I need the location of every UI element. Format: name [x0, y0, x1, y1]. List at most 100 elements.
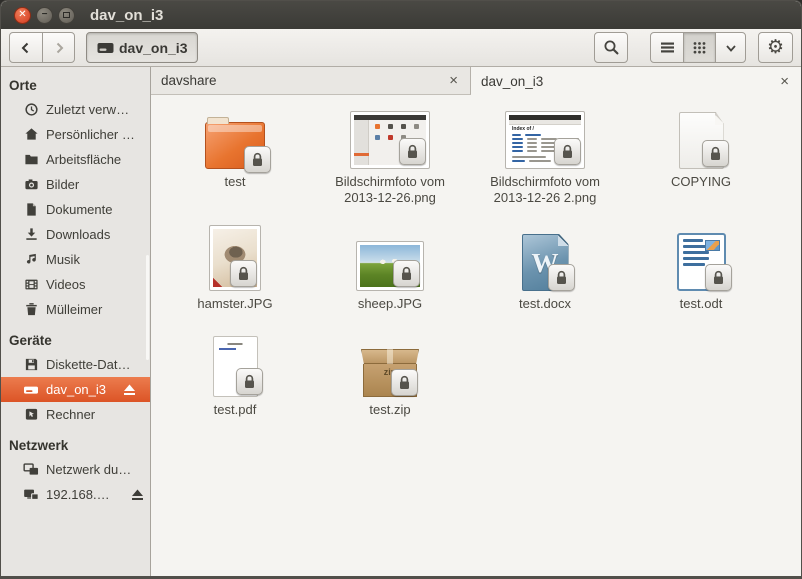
sidebar-item-dokumente[interactable]: Dokumente: [1, 197, 150, 222]
sidebar-item-musik[interactable]: Musik: [1, 247, 150, 272]
sidebar-item-videos[interactable]: Videos: [1, 272, 150, 297]
file-test-odt[interactable]: test.odt: [626, 223, 776, 312]
list-view-icon: [660, 41, 675, 54]
tab-dav-on-i3[interactable]: dav_on_i3 ×: [471, 67, 801, 95]
path-bar-location-button[interactable]: dav_on_i3: [86, 32, 198, 63]
maximize-icon: [63, 12, 70, 18]
sidebar-item-label: dav_on_i3: [46, 382, 106, 397]
sidebar-item-arbeitsflaeche[interactable]: Arbeitsfläche: [1, 147, 150, 172]
search-button[interactable]: [594, 32, 628, 63]
grid-view-button[interactable]: [683, 32, 716, 63]
minimize-window-button[interactable]: −: [36, 7, 53, 24]
computer-icon: [23, 407, 39, 423]
photo-thumbnail: [209, 225, 261, 291]
view-options-dropdown-button[interactable]: [715, 32, 746, 63]
file-name: hamster.JPG: [197, 296, 272, 312]
sidebar-item-diskette[interactable]: Diskette-Dat…: [1, 352, 150, 377]
home-icon: [23, 127, 39, 143]
film-icon: [23, 277, 39, 293]
tab-close-icon[interactable]: ×: [778, 73, 791, 90]
forward-icon: [51, 40, 67, 56]
sidebar-item-label: Bilder: [46, 177, 79, 192]
file-name: COPYING: [671, 174, 731, 190]
file-grid[interactable]: test: [151, 95, 801, 576]
file-copying[interactable]: COPYING: [626, 105, 776, 190]
file-name: test.odt: [680, 296, 723, 312]
sidebar-item-192-168[interactable]: 192.168.…: [1, 482, 150, 507]
file-name: Bildschirmfoto vom 2013-12-26.png: [329, 174, 451, 206]
file-manager-window: ✕ − dav_on_i3 dav_on_i3: [0, 0, 802, 579]
places-sidebar: Orte Zuletzt verw… Persönlicher … Arbeit…: [1, 67, 151, 576]
file-sheep-jpg[interactable]: sheep.JPG: [315, 223, 465, 312]
sidebar-scrollbar[interactable]: [146, 255, 149, 360]
sidebar-item-label: 192.168.…: [46, 487, 110, 502]
file-bildschirmfoto-2[interactable]: Index of / Bildschi: [470, 105, 620, 206]
file-name: test.docx: [519, 296, 571, 312]
eject-button[interactable]: [131, 489, 144, 501]
sidebar-item-muelleimer[interactable]: Mülleimer: [1, 297, 150, 322]
file-test-docx[interactable]: W test.docx: [470, 223, 620, 312]
back-button[interactable]: [9, 32, 43, 63]
lock-emblem-icon: [236, 368, 263, 395]
sidebar-item-zuletzt-verwendet[interactable]: Zuletzt verw…: [1, 97, 150, 122]
sidebar-item-label: Diskette-Dat…: [46, 357, 131, 372]
file-name: Bildschirmfoto vom 2013-12-26 2.png: [484, 174, 606, 206]
sidebar-item-rechner[interactable]: Rechner: [1, 402, 150, 427]
eject-button[interactable]: [123, 384, 136, 396]
file-test-pdf[interactable]: test.pdf: [160, 335, 310, 418]
file-test-folder[interactable]: test: [160, 105, 310, 190]
sidebar-item-bilder[interactable]: Bilder: [1, 172, 150, 197]
floppy-icon: [23, 357, 39, 373]
menu-button[interactable]: ⚙: [758, 32, 793, 63]
title-bar[interactable]: ✕ − dav_on_i3: [1, 1, 801, 29]
lock-emblem-icon: [548, 264, 575, 291]
forward-button[interactable]: [42, 32, 75, 63]
file-hamster-jpg[interactable]: hamster.JPG: [160, 223, 310, 312]
sidebar-section-netzwerk: Netzwerk: [1, 433, 150, 457]
sidebar-section-orte: Orte: [1, 73, 150, 97]
trash-icon: [23, 302, 39, 318]
music-icon: [23, 252, 39, 268]
photo-thumbnail: [356, 241, 424, 291]
sidebar-item-label: Musik: [46, 252, 80, 267]
screenshot-thumbnail: [350, 111, 430, 169]
file-name: sheep.JPG: [358, 296, 422, 312]
word-document-icon: W: [522, 234, 569, 291]
search-icon: [603, 39, 620, 56]
maximize-window-button[interactable]: [58, 7, 75, 24]
network-icon: [23, 462, 39, 478]
lock-emblem-icon: [391, 369, 418, 396]
back-icon: [18, 40, 34, 56]
minimize-icon: −: [42, 10, 48, 20]
gear-icon: ⚙: [767, 36, 784, 59]
lock-emblem-icon: [399, 138, 426, 165]
sidebar-item-dav-on-i3[interactable]: dav_on_i3: [1, 377, 150, 402]
network-drive-icon: [23, 487, 39, 503]
text-file-icon: [679, 112, 724, 169]
tab-label: davshare: [161, 73, 217, 88]
lock-emblem-icon: [230, 260, 257, 287]
sidebar-section-geraete: Geräte: [1, 328, 150, 352]
sidebar-item-label: Netzwerk du…: [46, 462, 131, 477]
lock-emblem-icon: [554, 138, 581, 165]
sidebar-item-label: Rechner: [46, 407, 95, 422]
file-bildschirmfoto-1[interactable]: Bildschirmfoto vom 2013-12-26.png: [315, 105, 465, 206]
tab-davshare[interactable]: davshare ×: [151, 67, 471, 95]
lock-emblem-icon: [705, 264, 732, 291]
archive-icon: zip: [361, 349, 419, 397]
sidebar-item-netzwerk-durchsuchen[interactable]: Netzwerk du…: [1, 457, 150, 482]
camera-icon: [23, 177, 39, 193]
file-name: test.pdf: [214, 402, 257, 418]
sidebar-item-label: Dokumente: [46, 202, 112, 217]
file-name: test: [225, 174, 246, 190]
download-icon: [23, 227, 39, 243]
sidebar-item-persoenlicher-ordner[interactable]: Persönlicher …: [1, 122, 150, 147]
sidebar-item-label: Downloads: [46, 227, 110, 242]
sidebar-item-downloads[interactable]: Downloads: [1, 222, 150, 247]
list-view-button[interactable]: [650, 32, 684, 63]
close-window-button[interactable]: ✕: [14, 7, 31, 24]
view-mode-segment: [650, 32, 746, 63]
tab-close-icon[interactable]: ×: [447, 72, 460, 89]
folder-icon: [23, 152, 39, 168]
file-test-zip[interactable]: zip test.zip: [315, 335, 465, 418]
